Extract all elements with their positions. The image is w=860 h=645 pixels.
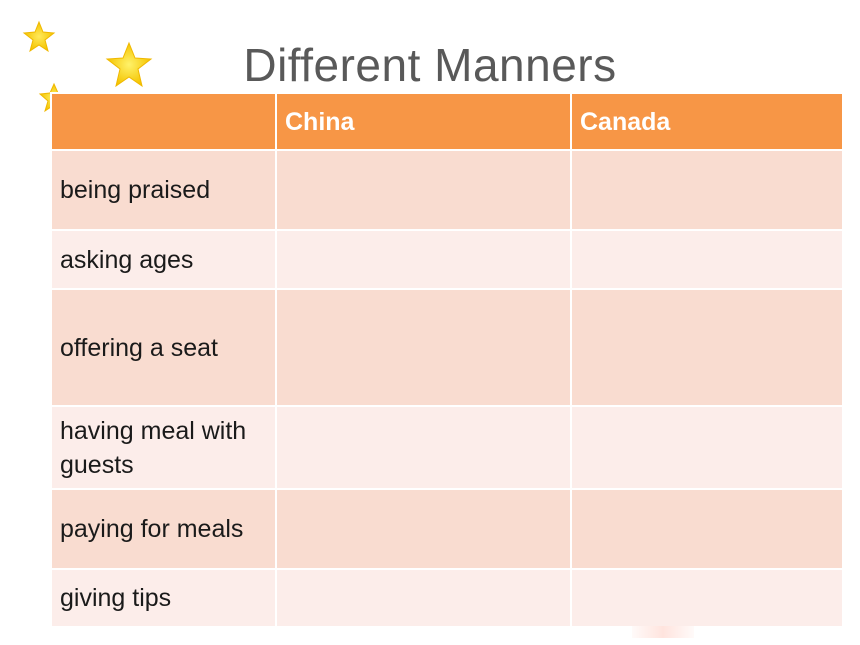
row-canada-cell: [570, 288, 844, 407]
row-canada-cell: [570, 568, 844, 628]
table-row: offering a seat: [50, 288, 844, 407]
row-china-cell: [275, 229, 572, 290]
row-canada-cell: [570, 229, 844, 290]
row-canada-cell: [570, 149, 844, 231]
row-topic: asking ages: [50, 229, 277, 290]
table-row: paying for meals: [50, 488, 844, 570]
table-row: being praised: [50, 149, 844, 231]
decorative-footer-mark: [632, 626, 694, 638]
row-china-cell: [275, 488, 572, 570]
header-cell-topic: [50, 92, 277, 151]
row-topic: being praised: [50, 149, 277, 231]
manners-table: China Canada being praised asking ages o…: [50, 92, 844, 628]
row-topic: offering a seat: [50, 288, 277, 407]
row-topic: giving tips: [50, 568, 277, 628]
table-row: giving tips: [50, 568, 844, 628]
header-cell-canada: Canada: [570, 92, 844, 151]
row-china-cell: [275, 288, 572, 407]
row-china-cell: [275, 149, 572, 231]
slide: Different Manners China Canada being pra…: [0, 0, 860, 645]
table-row: asking ages: [50, 229, 844, 290]
table-header-row: China Canada: [50, 92, 844, 151]
page-title: Different Manners: [243, 39, 617, 91]
table-row: having meal with guests: [50, 405, 844, 490]
row-china-cell: [275, 568, 572, 628]
row-china-cell: [275, 405, 572, 490]
row-topic: paying for meals: [50, 488, 277, 570]
header-cell-china: China: [275, 92, 572, 151]
row-canada-cell: [570, 488, 844, 570]
row-topic: having meal with guests: [50, 405, 277, 490]
row-canada-cell: [570, 405, 844, 490]
